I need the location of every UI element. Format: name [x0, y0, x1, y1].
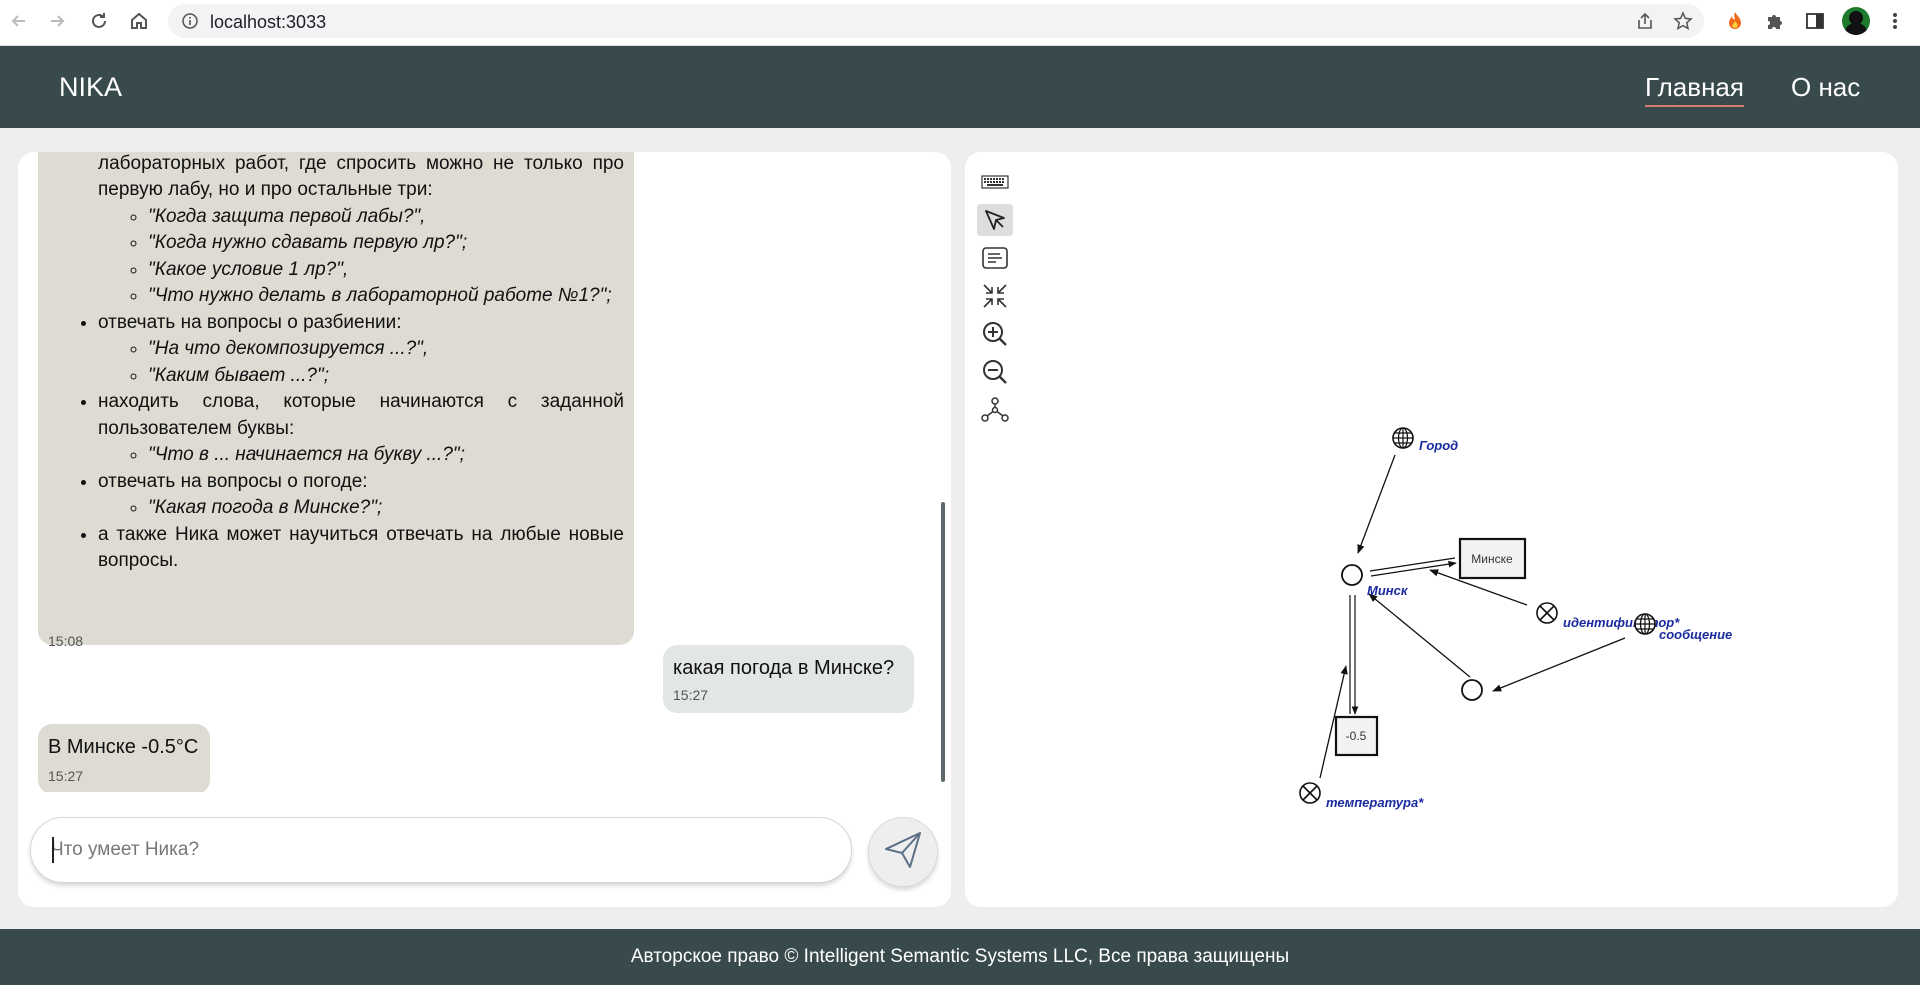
message-time: 15:27: [673, 687, 709, 703]
capability-text: отвечать на вопросы о погоде:: [98, 470, 368, 492]
copyright-text: Авторское право © Intelligent Semantic S…: [630, 946, 1290, 967]
graph-edge-double[interactable]: [1349, 595, 1359, 715]
address-bar[interactable]: localhost:3033: [168, 4, 1704, 38]
app-footer: Авторское право © Intelligent Semantic S…: [0, 929, 1920, 985]
nav-about-link[interactable]: О нас: [1791, 72, 1860, 103]
chat-message-input[interactable]: [30, 817, 852, 883]
send-button[interactable]: [868, 817, 938, 887]
capability-text: а также Ника может научиться отвечать на…: [98, 523, 624, 572]
message-text: В Минске -0.5°C: [48, 736, 199, 758]
browser-menu-icon[interactable]: [1882, 8, 1908, 34]
example-item: "Что в ... начинается на букву ...?";: [148, 442, 624, 469]
link-content-value: -0.5: [1346, 729, 1367, 743]
capability-item: отвечать на вопросы о разбиении: "На что…: [98, 310, 624, 390]
example-list: "На что декомпозируется ...?", "Каким бы…: [98, 336, 624, 389]
link-node-minske[interactable]: Минске: [1458, 537, 1527, 580]
message-text: отвечать на вопросы про условия и срок с…: [38, 152, 634, 310]
capability-item: отвечать на вопросы о погоде: "Какая пог…: [98, 469, 624, 522]
example-item: "Какая погода в Минске?";: [148, 495, 624, 522]
chat-scrollbar[interactable]: [941, 502, 945, 782]
extension-fire-icon[interactable]: [1722, 8, 1748, 34]
example-list: "Что в ... начинается на букву ...?";: [98, 442, 624, 469]
message-time: 15:08: [48, 633, 84, 649]
graph-label-temperature: температура*: [1326, 795, 1424, 810]
main-area: отвечать на вопросы про условия и срок с…: [0, 128, 1920, 929]
example-item: "На что декомпозируется ...?",: [148, 336, 624, 363]
capability-text: отвечать на вопросы о разбиении:: [98, 311, 402, 333]
home-icon[interactable]: [124, 6, 154, 36]
capability-item: а также Ника может научиться отвечать на…: [98, 522, 624, 575]
brand-logo[interactable]: NIKA: [59, 72, 122, 103]
example-item: "Что нужно делать в лабораторной работе …: [148, 283, 624, 310]
class-node-message[interactable]: [1634, 613, 1656, 635]
message-text: какая погода в Минске?: [673, 657, 895, 679]
extensions-puzzle-icon[interactable]: [1762, 8, 1788, 34]
back-icon[interactable]: [4, 6, 34, 36]
class-node-gorod[interactable]: [1392, 427, 1414, 449]
relation-node-identifier[interactable]: [1536, 602, 1558, 624]
send-plane-icon: [882, 829, 924, 876]
sc-graph-canvas[interactable]: Город Минск Минске идентификатор* сообще…: [965, 152, 1898, 907]
graph-edge-double[interactable]: [1369, 557, 1457, 577]
graph-label-gorod: Город: [1419, 438, 1458, 453]
example-item: "Какое условие 1 лр?",: [148, 257, 624, 284]
capability-item: находить слова, которые начинаются с зад…: [98, 389, 624, 469]
example-item: "Когда нужно сдавать первую лр?";: [148, 230, 624, 257]
capability-list: отвечать на вопросы о разбиении: "На что…: [38, 310, 634, 575]
site-info-icon[interactable]: [182, 13, 198, 34]
user-message: какая погода в Минске? 15:27: [663, 645, 914, 713]
side-panel-icon[interactable]: [1802, 8, 1828, 34]
url-text: localhost:3033: [210, 12, 327, 32]
message-list[interactable]: отвечать на вопросы про условия и срок с…: [18, 152, 951, 792]
capability-intro: отвечать на вопросы про условия и срок с…: [98, 152, 624, 201]
nav-home-link[interactable]: Главная: [1645, 72, 1744, 107]
message-time: 15:27: [48, 768, 84, 784]
graph-edge[interactable]: [1357, 454, 1396, 554]
graph-edge[interactable]: [1368, 593, 1471, 678]
node-minsk[interactable]: [1341, 564, 1363, 586]
example-item: "Когда защита первой лабы?",: [148, 204, 624, 231]
link-content-minske: Минске: [1471, 552, 1513, 566]
node-message-instance[interactable]: [1461, 679, 1483, 701]
graph-edge[interactable]: [1492, 637, 1626, 692]
example-item: "Каким бывает ...?";: [148, 363, 624, 390]
graph-label-message: сообщение: [1659, 627, 1732, 642]
link-node-value[interactable]: -0.5: [1334, 715, 1379, 757]
text-cursor: [52, 837, 54, 863]
forward-icon[interactable]: [42, 6, 72, 36]
relation-node-temperature[interactable]: [1299, 782, 1321, 804]
chat-input-row: [18, 792, 951, 907]
profile-avatar[interactable]: [1842, 7, 1870, 35]
share-icon[interactable]: [1634, 10, 1656, 32]
chat-panel: отвечать на вопросы про условия и срок с…: [18, 152, 951, 907]
capability-text: находить слова, которые начинаются с зад…: [98, 391, 624, 439]
semantic-graph-panel: Город Минск Минске идентификатор* сообще…: [965, 152, 1898, 907]
bot-message-capabilities: отвечать на вопросы про условия и срок с…: [38, 152, 634, 649]
example-list: "Какая погода в Минске?";: [98, 495, 624, 522]
bookmark-star-icon[interactable]: [1672, 10, 1694, 32]
app-header: NIKA Главная О нас: [0, 46, 1920, 128]
example-list: "Когда защита первой лабы?", "Когда нужн…: [98, 204, 624, 310]
browser-toolbar: localhost:3033: [0, 0, 1920, 46]
bot-message-weather: В Минске -0.5°C 15:27: [38, 724, 210, 792]
reload-icon[interactable]: [84, 6, 114, 36]
graph-label-minsk: Минск: [1367, 583, 1409, 598]
